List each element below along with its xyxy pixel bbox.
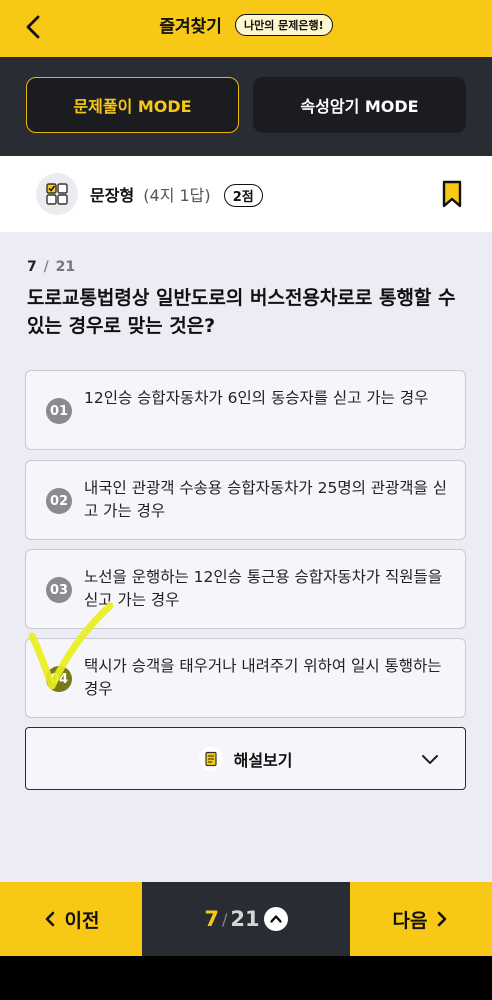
bottom-navigation: 이전 7 / 21 다음	[0, 882, 492, 956]
previous-label: 이전	[64, 909, 100, 932]
answer-option-4[interactable]: 04 택시가 승객을 태우거나 내려주기 위하여 일시 통행하는 경우	[25, 638, 466, 718]
points-badge: 2점	[223, 184, 263, 207]
pager-current: 7	[204, 907, 219, 931]
option-text: 택시가 승객을 태우거나 내려주기 위하여 일시 통행하는 경우	[84, 657, 442, 698]
pager-total: 21	[230, 907, 260, 931]
question-type-label: 문장형 (4지 1답) 2점	[90, 182, 263, 207]
chevron-up-icon[interactable]	[263, 907, 288, 931]
page-title: 즐겨찾기	[159, 17, 222, 37]
question-type-bar: 문장형 (4지 1답) 2점	[0, 156, 492, 232]
pager-separator: /	[222, 909, 228, 929]
answer-option-3[interactable]: 03 노선을 운행하는 12인승 통근용 승합자동차가 직원들을 싣고 가는 경…	[25, 549, 466, 629]
my-question-bank-badge[interactable]: 나만의 문제은행!	[234, 13, 333, 36]
answer-option-2[interactable]: 02 내국인 관광객 수송용 승합자동차가 25명의 관광객을 싣고 가는 경우	[25, 460, 466, 540]
explanation-label-group: 해설보기	[26, 747, 465, 771]
next-button[interactable]: 다음	[350, 882, 492, 956]
question-text: 도로교통법령상 일반도로의 버스전용차로로 통행할 수 있는 경우로 맞는 것은…	[27, 287, 456, 337]
chevron-left-icon	[45, 911, 54, 927]
question-type-name: 문장형	[90, 186, 135, 205]
question-type-format: (4지 1답)	[143, 186, 211, 205]
top-header: 즐겨찾기 나만의 문제은행!	[0, 0, 492, 57]
chevron-down-icon	[422, 755, 438, 764]
show-explanation-button[interactable]: 해설보기	[25, 727, 466, 790]
chevron-right-icon	[438, 911, 447, 927]
option-number: 04	[46, 666, 72, 692]
question-counter: 7 / 21	[27, 259, 75, 275]
problem-solving-mode-button[interactable]: 문제풀이 MODE	[26, 77, 239, 133]
explanation-label: 해설보기	[233, 751, 293, 770]
previous-button[interactable]: 이전	[0, 882, 142, 956]
option-text: 노선을 운행하는 12인승 통근용 승합자동차가 직원들을 싣고 가는 경우	[84, 568, 443, 609]
question-separator: /	[43, 259, 49, 275]
bookmark-icon[interactable]	[441, 180, 463, 208]
header-title-group: 즐겨찾기 나만의 문제은행!	[0, 12, 492, 42]
quick-memorize-mode-button[interactable]: 속성암기 MODE	[253, 77, 466, 133]
option-text: 12인승 승합자동차가 6인의 동승자를 싣고 가는 경우	[84, 389, 429, 407]
option-number: 03	[46, 577, 72, 603]
question-total: 21	[55, 259, 76, 275]
question-type-icon	[36, 173, 78, 215]
option-number: 01	[46, 398, 72, 424]
document-icon	[198, 747, 223, 771]
mode-selector: 문제풀이 MODE 속성암기 MODE	[0, 57, 492, 156]
answer-option-1[interactable]: 01 12인승 승합자동차가 6인의 동승자를 싣고 가는 경우	[25, 370, 466, 450]
question-current: 7	[27, 259, 37, 275]
system-navigation-bar	[0, 956, 492, 1000]
option-number: 02	[46, 488, 72, 514]
option-text: 내국인 관광객 수송용 승합자동차가 25명의 관광객을 싣고 가는 경우	[84, 479, 448, 520]
question-pager[interactable]: 7 / 21	[142, 882, 350, 956]
next-label: 다음	[392, 909, 428, 932]
